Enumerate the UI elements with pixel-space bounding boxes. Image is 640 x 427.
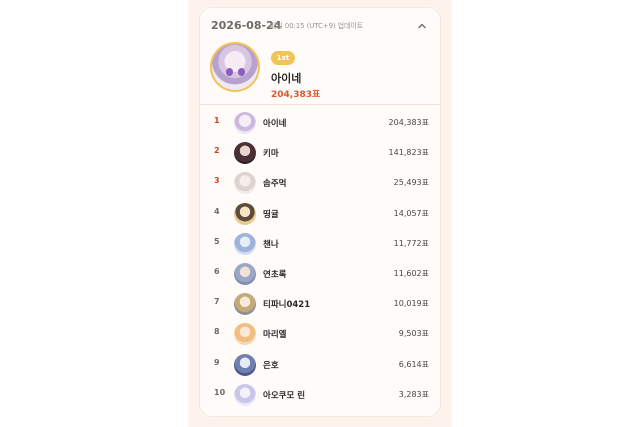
rank-number: 6 xyxy=(214,266,220,276)
rank-number: 5 xyxy=(214,236,220,246)
avatar xyxy=(234,293,256,316)
streamer-name: 연초록 xyxy=(263,269,287,280)
list-item[interactable]: 7 티파니0421 10,019표 xyxy=(200,289,440,319)
list-item[interactable]: 4 띵귤 14,057표 xyxy=(200,199,440,229)
avatar xyxy=(234,172,256,195)
streamer-name: 아이네 xyxy=(263,119,287,129)
ranking-list: 1 아이네 204,383표 2 키마 141,823표 3 솜주먹 25,493표 4 띵귤 14,… xyxy=(200,108,440,410)
avatar xyxy=(234,323,256,346)
winner-avatar[interactable] xyxy=(210,42,260,92)
avatar xyxy=(234,353,256,376)
list-item[interactable]: 6 연초록 11,602표 xyxy=(200,259,440,289)
vote-count: 204,383표 xyxy=(388,118,429,127)
avatar xyxy=(234,232,256,255)
chevron-up-icon[interactable] xyxy=(416,20,428,32)
winner-section: 1st 아이네 204,383표 xyxy=(200,42,440,104)
list-item[interactable]: 9 은호 6,614표 xyxy=(200,350,440,380)
streamer-name: 아오쿠모 린 xyxy=(263,390,306,401)
rank-number: 10 xyxy=(214,387,226,397)
ranking-card: 2026-08-24 매일 00:15 (UTC+9) 업데이트 1st 아이네… xyxy=(200,8,440,416)
winner-name: 아이네 xyxy=(271,72,302,85)
first-place-badge: 1st xyxy=(271,51,295,65)
divider xyxy=(200,104,440,105)
vote-count: 11,602표 xyxy=(393,268,429,278)
rank-number: 3 xyxy=(214,176,220,186)
streamer-name: 챈나 xyxy=(263,239,279,250)
rank-number: 2 xyxy=(214,146,220,156)
winner-votes: 204,383표 xyxy=(271,90,321,100)
rank-number: 9 xyxy=(214,357,220,367)
update-schedule: 매일 00:15 (UTC+9) 업데이트 xyxy=(270,22,364,30)
vote-count: 9,503표 xyxy=(398,329,429,339)
ranking-header: 2026-08-24 매일 00:15 (UTC+9) 업데이트 xyxy=(200,8,440,44)
avatar xyxy=(234,262,256,285)
vote-count: 11,772표 xyxy=(393,238,429,248)
vote-count: 10,019표 xyxy=(393,299,429,309)
rank-number: 4 xyxy=(214,206,220,216)
list-item[interactable]: 1 아이네 204,383표 xyxy=(200,108,440,138)
avatar xyxy=(234,202,256,225)
vote-count: 14,057표 xyxy=(393,208,429,218)
list-item[interactable]: 8 마리엘 9,503표 xyxy=(200,319,440,349)
avatar xyxy=(234,383,256,406)
rank-number: 8 xyxy=(214,327,220,337)
streamer-name: 솜주먹 xyxy=(263,179,287,190)
vote-count: 6,614표 xyxy=(398,359,429,369)
avatar xyxy=(234,142,256,165)
list-item[interactable]: 3 솜주먹 25,493표 xyxy=(200,168,440,198)
streamer-name: 은호 xyxy=(263,360,279,371)
rank-number: 7 xyxy=(214,297,220,307)
vote-count: 141,823표 xyxy=(388,148,429,158)
streamer-name: 키마 xyxy=(263,149,279,160)
list-item[interactable]: 2 키마 141,823표 xyxy=(200,138,440,168)
vote-count: 3,283표 xyxy=(398,389,429,399)
rank-number: 1 xyxy=(214,116,220,125)
list-item[interactable]: 5 챈나 11,772표 xyxy=(200,229,440,259)
vote-count: 25,493표 xyxy=(393,178,429,188)
streamer-name: 티파니0421 xyxy=(263,300,311,311)
streamer-name: 마리엘 xyxy=(263,330,287,341)
streamer-name: 띵귤 xyxy=(263,209,279,220)
list-item[interactable]: 10 아오쿠모 린 3,283표 xyxy=(200,380,440,410)
avatar xyxy=(234,112,256,134)
